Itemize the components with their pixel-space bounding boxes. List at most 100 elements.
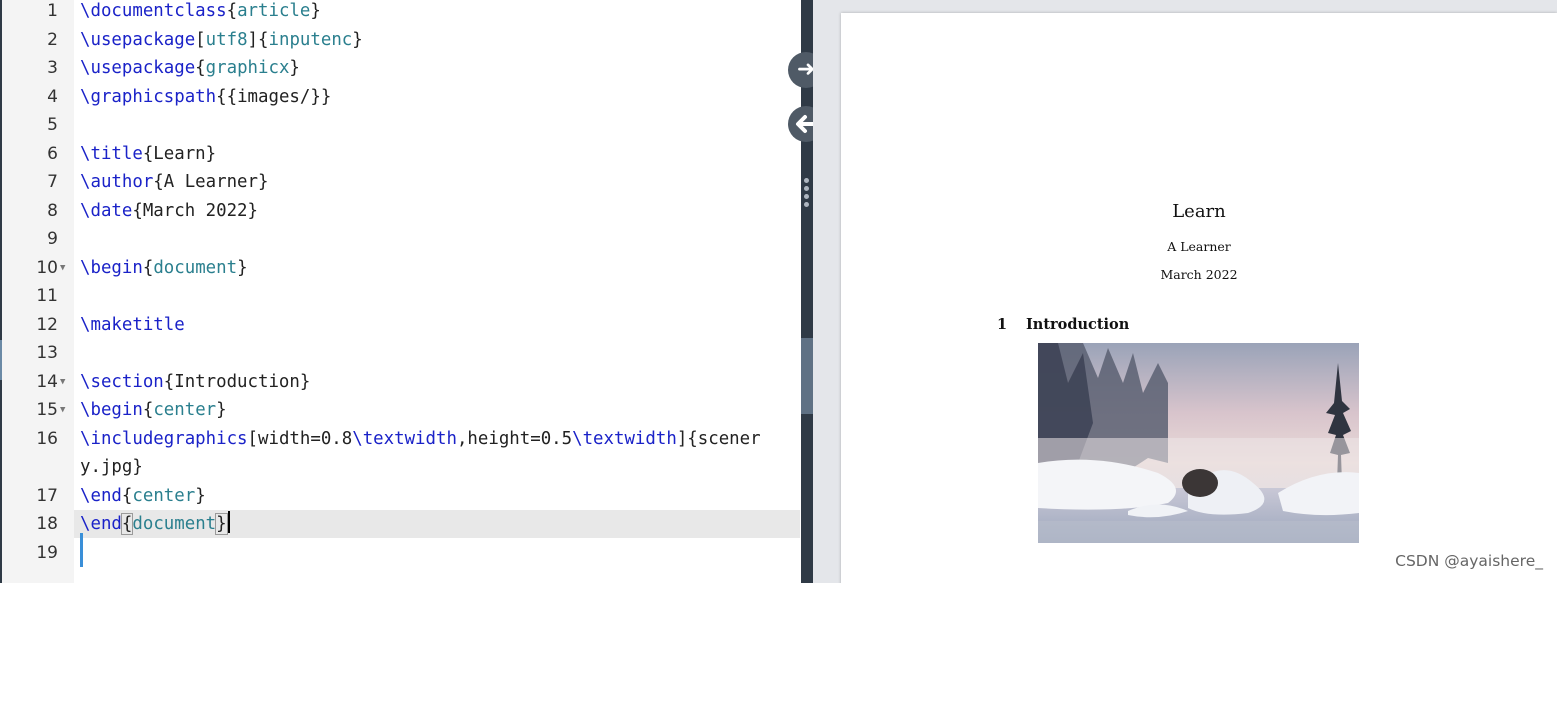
line-number: 3 [47, 58, 58, 78]
code-line[interactable]: 12 \maketitle [36, 311, 800, 339]
code-text: y.jpg} [80, 453, 143, 481]
code-line[interactable]: 7 \author{A Learner} [47, 168, 800, 196]
fold-toggle-icon[interactable]: ▼ [60, 368, 65, 396]
code-line[interactable]: 17 \end{center} [36, 482, 800, 510]
code-line[interactable]: 1 \documentclass{article} [47, 0, 800, 25]
code-token: } [195, 485, 206, 506]
code-token: ,height=0.5 [456, 428, 573, 449]
latex-argument: center [153, 400, 217, 420]
code-text: \begin{document} [80, 254, 248, 282]
code-editor[interactable]: 1 \documentclass{article} 2 \usepackage[utf… [0, 0, 800, 583]
latex-command: \usepackage [80, 29, 196, 50]
document-author: A Learner [1167, 239, 1231, 254]
latex-command: \begin [80, 257, 143, 278]
code-token: { [226, 1, 238, 21]
code-token: { [195, 58, 206, 78]
code-token: { [142, 257, 154, 278]
code-token: } [352, 29, 363, 50]
code-token: ]{scener [676, 428, 761, 449]
latex-command: \title [80, 143, 143, 164]
splitter-grip-icon[interactable] [804, 178, 810, 210]
code-text: \maketitle [80, 311, 185, 339]
code-text: \section{Introduction} [80, 368, 310, 396]
code-line[interactable]: 16 \includegraphics[width=0.8\textwidth,h… [36, 425, 800, 453]
code-line[interactable]: 10 ▼ \begin{document} [36, 254, 800, 282]
code-line[interactable]: 19 [36, 539, 800, 567]
code-token: { [120, 513, 134, 535]
code-text: \documentclass{article} [80, 0, 321, 25]
code-token: } [310, 1, 321, 21]
code-line[interactable]: 15 ▼ \begin{center} [36, 396, 800, 424]
line-number: 6 [47, 143, 58, 164]
latex-command: \textwidth [572, 428, 677, 449]
fold-toggle-icon[interactable]: ▼ [60, 396, 65, 424]
pdf-page: Learn A Learner March 2022 1 Introductio… [841, 13, 1557, 583]
latex-argument: article [237, 1, 311, 21]
code-text: \end{center} [80, 482, 206, 510]
code-line[interactable]: 3 \usepackage{graphicx} [47, 54, 800, 82]
line-number: 5 [47, 115, 58, 135]
section-title: Introduction [1026, 316, 1130, 333]
code-text: \graphicspath{{images/}} [80, 83, 331, 111]
code-token: {Learn} [142, 143, 217, 164]
code-line[interactable]: 14 ▼ \section{Introduction} [36, 368, 800, 396]
code-text: \usepackage{graphicx} [80, 54, 300, 82]
collapse-handle[interactable]: › [801, 338, 813, 719]
code-text: \begin{center} [80, 396, 227, 424]
code-token: {Introduction} [163, 371, 311, 392]
code-text: \date{March 2022} [80, 197, 258, 225]
code-line[interactable]: 5 [47, 111, 800, 139]
latex-command: \documentclass [80, 1, 227, 21]
code-line[interactable]: 4 \graphicspath{{images/}} [47, 83, 800, 111]
latex-argument: document [153, 257, 238, 278]
code-token: } [216, 400, 227, 420]
latex-command: \section [80, 371, 164, 392]
line-number: 7 [47, 172, 58, 192]
latex-command: \graphicspath [80, 86, 217, 107]
chevron-right-icon: › [802, 703, 808, 719]
code-line[interactable]: 8 \date{March 2022} [47, 197, 800, 225]
code-token: [width=0.8 [247, 428, 353, 449]
section-number: 1 [997, 316, 1008, 333]
pdf-preview-pane[interactable]: Learn A Learner March 2022 1 Introductio… [813, 0, 1557, 583]
code-text: \title{Learn} [80, 140, 216, 168]
code-text: \author{A Learner} [80, 168, 268, 196]
code-token: ]{ [247, 29, 269, 50]
code-line[interactable]: 6 \title{Learn} [47, 140, 800, 168]
document-title: Learn [1172, 201, 1226, 222]
line-number: 17 [36, 485, 58, 506]
code-text: \end{document} [80, 510, 230, 538]
line-number: 1 [47, 1, 58, 21]
line-number: 14 [36, 371, 58, 392]
code-token: } [215, 513, 228, 535]
code-line[interactable]: 9 [47, 225, 800, 253]
latex-command: \end [80, 485, 122, 506]
code-token: {{images/}} [216, 86, 332, 107]
code-line[interactable]: 2 \usepackage[utf8]{inputenc} [47, 26, 800, 54]
line-number: 11 [36, 286, 58, 306]
code-area[interactable]: 1 \documentclass{article} 2 \usepackage[utf… [36, 0, 800, 583]
code-line[interactable]: 18 \end{document} [36, 510, 800, 538]
code-text: \includegraphics[width=0.8\textwidth,hei… [80, 425, 761, 453]
fold-toggle-icon[interactable]: ▼ [60, 254, 65, 282]
line-number: 9 [47, 229, 58, 249]
line-number: 19 [36, 542, 58, 563]
code-line[interactable]: y.jpg} [74, 453, 800, 481]
code-line[interactable]: 13 [36, 339, 800, 367]
code-line[interactable]: 11 [36, 282, 800, 310]
latex-command: \usepackage [80, 58, 196, 78]
code-token: {March 2022} [132, 200, 258, 221]
latex-argument: inputenc [268, 29, 353, 50]
code-token: } [289, 58, 300, 78]
text-cursor [80, 533, 83, 567]
latex-argument: document [132, 514, 217, 534]
latex-command: \end [80, 514, 122, 534]
line-number: 15 [36, 400, 58, 420]
latex-argument: graphicx [205, 58, 290, 78]
latex-command: \author [80, 172, 154, 192]
code-text: \usepackage[utf8]{inputenc} [80, 26, 363, 54]
latex-command: \maketitle [80, 314, 185, 335]
line-number: 16 [36, 428, 58, 449]
line-number: 8 [47, 200, 58, 221]
line-number: 2 [47, 29, 58, 50]
